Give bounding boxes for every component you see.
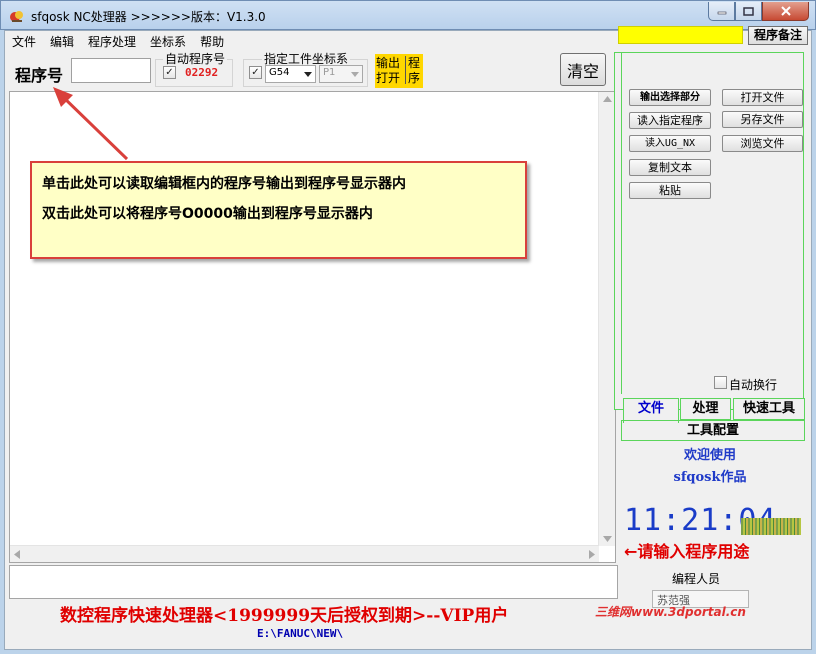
output-open-label: 输出 打开 bbox=[376, 56, 401, 85]
tab-process[interactable]: 处理 bbox=[680, 398, 731, 420]
output-open-program-button[interactable]: 输出 打开 程 序 bbox=[375, 54, 423, 88]
welcome-text: 欢迎使用 bbox=[683, 448, 736, 463]
coord-select-secondary-value: P1 bbox=[323, 67, 336, 78]
menu-coordinate[interactable]: 坐标系 bbox=[143, 31, 193, 50]
chevron-down-icon bbox=[304, 72, 312, 77]
menu-help[interactable]: 帮助 bbox=[193, 31, 231, 50]
window-controls bbox=[708, 2, 809, 22]
workpiece-coord-checkbox[interactable]: ✓ bbox=[249, 66, 262, 79]
tab-quick-tools[interactable]: 快速工具 bbox=[733, 398, 805, 420]
program-number-input[interactable] bbox=[71, 58, 151, 83]
divider bbox=[405, 56, 406, 84]
scroll-up-icon[interactable] bbox=[603, 96, 612, 102]
auto-program-value: 02292 bbox=[185, 66, 219, 79]
annotation-arrow bbox=[53, 87, 129, 161]
watermark: 三维网www.3dportal.cn bbox=[595, 605, 746, 619]
decorative-pattern bbox=[741, 518, 801, 535]
auto-wrap-checkbox[interactable] bbox=[714, 376, 727, 389]
horizontal-scrollbar[interactable] bbox=[10, 545, 599, 562]
program-label: 程 序 bbox=[408, 56, 421, 85]
program-note-field[interactable] bbox=[618, 26, 743, 44]
scroll-right-icon[interactable] bbox=[589, 550, 595, 559]
read-ug-nx-button[interactable]: 读入UG_NX bbox=[629, 135, 711, 152]
output-selection-button[interactable]: 输出选择部分 bbox=[629, 89, 711, 106]
chevron-down-icon bbox=[351, 72, 359, 77]
license-text: 数控程序快速处理器<1999999天后授权到期>--VIP用户 bbox=[60, 606, 509, 626]
minimize-icon bbox=[717, 11, 726, 15]
coord-select[interactable]: G54 bbox=[265, 65, 316, 83]
copy-text-button[interactable]: 复制文本 bbox=[629, 159, 711, 176]
minimize-button[interactable] bbox=[708, 2, 735, 21]
purpose-hint: ←请输入程序用途 bbox=[624, 542, 750, 561]
maximize-button[interactable] bbox=[735, 2, 762, 21]
coord-select-value: G54 bbox=[269, 67, 290, 78]
coord-select-secondary[interactable]: P1 bbox=[319, 65, 363, 83]
author-text: sfqosk作品 bbox=[673, 470, 747, 485]
menu-file[interactable]: 文件 bbox=[5, 31, 43, 50]
current-path: E:\FANUC\NEW\ bbox=[257, 627, 344, 640]
menu-edit[interactable]: 编辑 bbox=[43, 31, 81, 50]
programmer-label: 编程人员 bbox=[672, 572, 721, 586]
app-icon bbox=[10, 11, 23, 22]
clear-button[interactable]: 清空 bbox=[560, 53, 606, 86]
program-purpose-input[interactable] bbox=[9, 565, 618, 599]
callout-line-1: 单击此处可以读取编辑框内的程序号输出到程序号显示器内 bbox=[42, 176, 406, 192]
tools-config-button[interactable]: 工具配置 bbox=[621, 420, 805, 441]
callout-line-2: 双击此处可以将程序号O0000输出到程序号显示器内 bbox=[42, 206, 373, 222]
menu-program-process[interactable]: 程序处理 bbox=[81, 31, 143, 50]
close-icon bbox=[780, 6, 791, 16]
open-file-button[interactable]: 打开文件 bbox=[722, 89, 803, 106]
annotation-callout: 单击此处可以读取编辑框内的程序号输出到程序号显示器内 双击此处可以将程序号O00… bbox=[30, 161, 527, 259]
browse-file-button[interactable]: 浏览文件 bbox=[722, 135, 803, 152]
read-program-button[interactable]: 读入指定程序 bbox=[629, 112, 711, 129]
scroll-down-icon[interactable] bbox=[603, 536, 612, 542]
scroll-left-icon[interactable] bbox=[14, 550, 20, 559]
auto-program-checkbox[interactable]: ✓ bbox=[163, 66, 176, 79]
auto-wrap-label: 自动换行 bbox=[729, 378, 778, 392]
save-as-button[interactable]: 另存文件 bbox=[722, 111, 803, 128]
paste-button[interactable]: 粘贴 bbox=[629, 182, 711, 199]
program-note-button[interactable]: 程序备注 bbox=[748, 26, 808, 45]
maximize-icon bbox=[743, 6, 754, 16]
window-title: sfqosk NC处理器 >>>>>>版本：V1.3.0 bbox=[31, 10, 266, 24]
close-button[interactable] bbox=[762, 2, 809, 21]
auto-program-label: 自动程序号 bbox=[163, 50, 228, 67]
